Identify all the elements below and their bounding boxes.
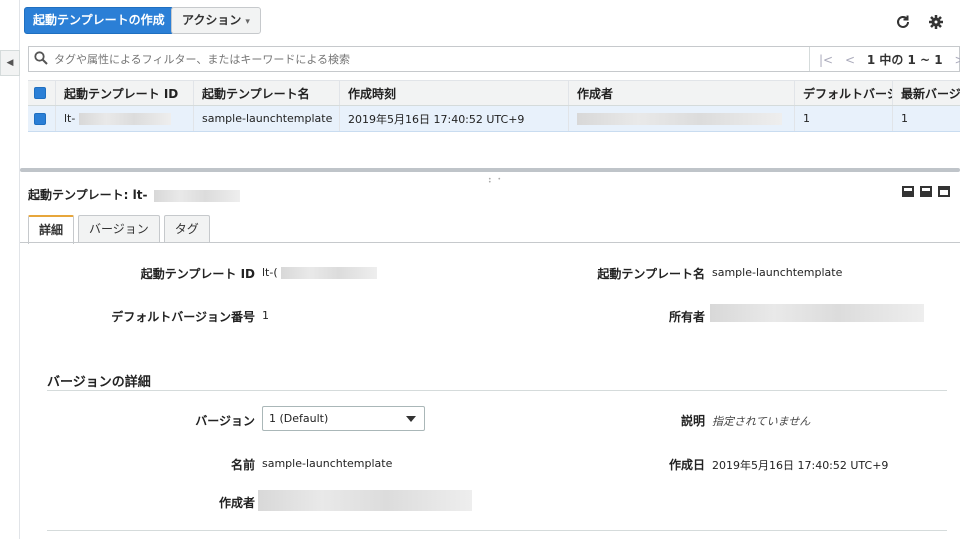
gear-icon[interactable] — [927, 14, 945, 32]
detail-title-prefix: 起動テンプレート: lt- — [28, 188, 148, 202]
owner-label: 所有者 — [668, 310, 705, 324]
version-select[interactable]: 1 (Default) — [262, 406, 425, 431]
panel-resize-handle[interactable]: • • • — [488, 177, 508, 186]
row-template-id: lt- — [56, 106, 194, 131]
detail-tabs: 詳細 バージョン タグ — [28, 215, 214, 244]
chevron-down-icon — [406, 416, 416, 422]
pagination: |< < 1 中の 1 ~ 1 > >| — [819, 51, 960, 68]
column-header-id[interactable]: 起動テンプレート ID — [56, 81, 194, 105]
column-header-name[interactable]: 起動テンプレート名 — [194, 81, 340, 105]
description-label: 説明 — [680, 414, 705, 428]
table-header: 起動テンプレート ID 起動テンプレート名 作成時刻 作成者 デフォルトバーシ … — [28, 80, 960, 106]
first-page-icon[interactable]: |< — [819, 53, 833, 67]
template-name-label: 起動テンプレート名 — [597, 267, 705, 281]
redacted-creator — [577, 112, 782, 125]
tab-versions[interactable]: バージョン — [78, 215, 160, 243]
section-divider — [47, 390, 947, 391]
left-nav-strip: ◀ — [0, 0, 20, 539]
section-bottom-divider — [47, 530, 947, 531]
version-creator-label: 作成者 — [218, 496, 255, 510]
chevron-left-icon: ◀ — [6, 58, 14, 68]
description-value: 指定されていません — [712, 415, 811, 428]
tab-details[interactable]: 詳細 — [28, 215, 75, 244]
redacted-version-creator — [258, 490, 472, 511]
version-name-label: 名前 — [230, 458, 255, 472]
panel-layout-controls — [902, 186, 950, 197]
layout-top-icon[interactable] — [938, 186, 950, 197]
redacted-owner — [710, 304, 924, 322]
detail-title: 起動テンプレート: lt- — [28, 186, 240, 203]
search-input[interactable] — [54, 50, 654, 68]
owner-value — [710, 304, 924, 325]
default-version-value: 1 — [262, 309, 269, 322]
version-details-title: バージョンの詳細 — [47, 375, 151, 390]
checkbox-icon — [34, 87, 46, 99]
redacted-id — [79, 112, 172, 125]
template-id-value-prefix: lt-( — [262, 266, 278, 279]
collapse-nav-toggle[interactable]: ◀ — [0, 50, 20, 76]
version-select-value: 1 (Default) — [269, 412, 329, 425]
column-header-creator[interactable]: 作成者 — [569, 81, 795, 105]
tab-tags[interactable]: タグ — [163, 215, 210, 243]
default-version-label: デフォルトバージョン番号 — [111, 310, 255, 324]
chevron-down-icon: ▾ — [245, 16, 250, 26]
search-icon — [34, 51, 48, 65]
row-checkbox[interactable] — [28, 106, 56, 131]
next-page-icon[interactable]: > — [954, 53, 960, 67]
version-name-value: sample-launchtemplate — [262, 457, 393, 470]
layout-split-icon[interactable] — [920, 186, 932, 197]
column-header-default-version[interactable]: デフォルトバーシ — [795, 81, 893, 105]
checkbox-icon — [34, 112, 46, 125]
ec2-launch-templates-page: ◀ 起動テンプレートの作成 アクション▾ |< < — [0, 0, 960, 539]
version-created-value: 2019年5月16日 17:40:52 UTC+9 — [712, 459, 889, 472]
template-id-label: 起動テンプレート ID — [140, 267, 255, 281]
version-label: バージョン — [195, 414, 255, 428]
page-indicator: 1 中の 1 ~ 1 — [866, 53, 943, 67]
template-id-value: lt-( — [262, 266, 378, 279]
launch-templates-table: 起動テンプレート ID 起動テンプレート名 作成時刻 作成者 デフォルトバーシ … — [28, 80, 960, 132]
template-id-prefix: lt- — [64, 112, 76, 125]
redacted-template-id — [281, 267, 378, 279]
prev-page-icon[interactable]: < — [845, 53, 855, 67]
select-all-checkbox[interactable] — [28, 81, 56, 105]
pager-divider — [809, 47, 810, 71]
horizontal-scrollbar[interactable] — [20, 168, 960, 172]
tabs-divider — [20, 242, 960, 243]
row-creator — [569, 106, 795, 131]
filter-search-bar: |< < 1 中の 1 ~ 1 > >| — [28, 46, 960, 72]
row-default-version: 1 — [795, 106, 893, 131]
actions-button[interactable]: アクション ▾ — [171, 7, 261, 34]
row-latest-version: 1 — [901, 112, 908, 125]
template-name-value: sample-launchtemplate — [712, 266, 843, 279]
version-creator-value — [258, 490, 472, 514]
row-template-name: sample-launchtemplate — [194, 106, 340, 131]
toolbar: 起動テンプレートの作成 アクション ▾ — [20, 0, 960, 42]
create-launch-template-button[interactable]: 起動テンプレートの作成 — [24, 7, 174, 34]
actions-label: アクション — [182, 13, 242, 27]
row-created-time: 2019年5月16日 17:40:52 UTC+9 — [340, 106, 569, 131]
table-row[interactable]: lt- sample-launchtemplate 2019年5月16日 17:… — [28, 106, 960, 132]
version-created-label: 作成日 — [668, 458, 705, 472]
main-content: 起動テンプレートの作成 アクション▾ |< < 1 中の 1 ~ 1 > — [20, 0, 960, 539]
redacted-title-id — [153, 189, 240, 202]
refresh-icon[interactable] — [894, 14, 912, 32]
column-header-latest-version[interactable]: 最新バージョ — [893, 81, 960, 105]
layout-bottom-icon[interactable] — [902, 186, 914, 197]
column-header-created[interactable]: 作成時刻 — [340, 81, 569, 105]
